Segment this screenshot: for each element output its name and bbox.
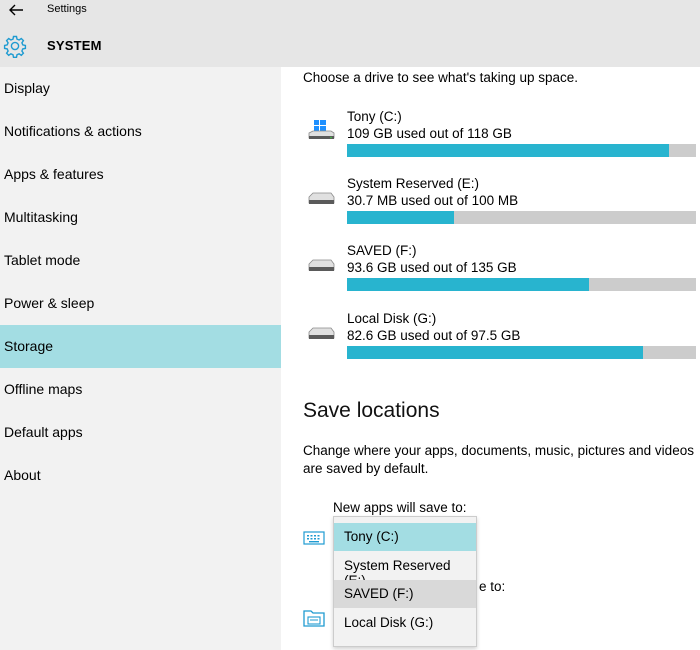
keyboard-icon — [303, 531, 325, 545]
back-arrow-icon[interactable] — [7, 2, 25, 18]
main-content: Choose a drive to see what's taking up s… — [281, 67, 700, 650]
option-label: Local Disk (G:) — [344, 615, 434, 630]
drive-icon — [308, 192, 335, 204]
usage-bar — [347, 144, 696, 157]
sidebar-item-label: Display — [4, 80, 50, 96]
sidebar-item-label: Tablet mode — [4, 252, 81, 268]
title-bar: Settings SYSTEM — [0, 0, 700, 67]
dropdown-option-local-disk-g[interactable]: Local Disk (G:) — [334, 609, 476, 637]
dropdown-option-system-reserved-e[interactable]: System Reserved (E:) — [334, 552, 476, 588]
sidebar-item-label: Apps & features — [4, 166, 104, 182]
gear-icon — [3, 35, 27, 58]
option-label: SAVED (F:) — [344, 586, 414, 601]
dropdown-option-saved-f[interactable]: SAVED (F:) — [334, 580, 476, 608]
sidebar-item-about[interactable]: About — [0, 454, 281, 497]
option-label: Tony (C:) — [344, 529, 399, 544]
windows-drive-icon — [308, 120, 335, 139]
save-locations-heading: Save locations — [303, 399, 440, 422]
save-location-label-partial: e to: — [479, 579, 506, 594]
drive-usage: 30.7 MB used out of 100 MB — [347, 193, 519, 208]
new-apps-label: New apps will save to: — [333, 500, 467, 515]
sidebar-item-display[interactable]: Display — [0, 67, 281, 110]
sidebar-item-label: Notifications & actions — [4, 123, 142, 139]
drive-usage: 82.6 GB used out of 97.5 GB — [347, 328, 521, 343]
sidebar-item-label: Storage — [4, 338, 54, 354]
folder-icon — [303, 610, 325, 627]
drive-name: Tony (C:) — [347, 109, 402, 124]
usage-bar — [347, 211, 696, 224]
usage-bar-fill — [347, 278, 589, 291]
sidebar: Display Notifications & actions Apps & f… — [0, 67, 281, 650]
sidebar-item-default-apps[interactable]: Default apps — [0, 411, 281, 454]
sidebar-item-apps-features[interactable]: Apps & features — [0, 153, 281, 196]
sidebar-item-notifications[interactable]: Notifications & actions — [0, 110, 281, 153]
drive-icon — [308, 327, 335, 339]
drive-icon — [308, 259, 335, 271]
sidebar-item-label: About — [4, 467, 41, 483]
drive-c[interactable]: Tony (C:) 109 GB used out of 118 GB — [281, 109, 700, 169]
drive-g[interactable]: Local Disk (G:) 82.6 GB used out of 97.5… — [281, 311, 700, 371]
sidebar-item-offline-maps[interactable]: Offline maps — [0, 368, 281, 411]
window-title: Settings — [47, 3, 87, 15]
drive-f[interactable]: SAVED (F:) 93.6 GB used out of 135 GB — [281, 243, 700, 303]
sidebar-item-label: Offline maps — [4, 381, 83, 397]
save-locations-description: Change where your apps, documents, music… — [303, 443, 694, 476]
sidebar-item-storage[interactable]: Storage — [0, 325, 281, 368]
sidebar-item-multitasking[interactable]: Multitasking — [0, 196, 281, 239]
drive-usage: 109 GB used out of 118 GB — [347, 126, 512, 141]
usage-bar — [347, 346, 696, 359]
sidebar-item-label: Multitasking — [4, 209, 78, 225]
page-title: SYSTEM — [47, 38, 102, 53]
save-location-dropdown[interactable]: Tony (C:) System Reserved (E:) SAVED (F:… — [333, 516, 477, 647]
sidebar-item-power-sleep[interactable]: Power & sleep — [0, 282, 281, 325]
usage-bar — [347, 278, 696, 291]
usage-bar-fill — [347, 211, 455, 224]
drive-name: System Reserved (E:) — [347, 176, 480, 191]
usage-bar-fill — [347, 144, 670, 157]
dropdown-option-tony-c[interactable]: Tony (C:) — [334, 523, 476, 551]
drive-name: SAVED (F:) — [347, 243, 417, 258]
sidebar-item-tablet-mode[interactable]: Tablet mode — [0, 239, 281, 282]
usage-bar-fill — [347, 346, 643, 359]
sidebar-item-label: Power & sleep — [4, 295, 95, 311]
drive-name: Local Disk (G:) — [347, 311, 437, 326]
storage-hint: Choose a drive to see what's taking up s… — [303, 70, 578, 85]
drive-usage: 93.6 GB used out of 135 GB — [347, 260, 517, 275]
drive-e[interactable]: System Reserved (E:) 30.7 MB used out of… — [281, 176, 700, 236]
sidebar-item-label: Default apps — [4, 424, 83, 440]
